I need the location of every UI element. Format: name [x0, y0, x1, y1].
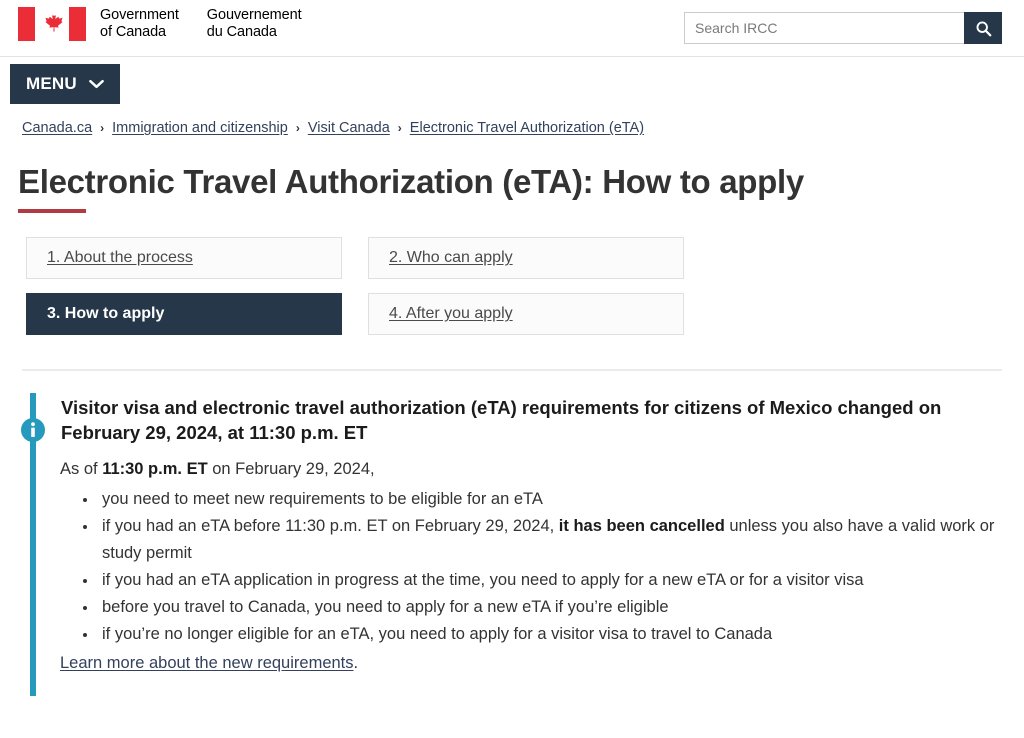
breadcrumb-item-canada-ca[interactable]: Canada.ca — [22, 120, 92, 136]
callout-link-period: . — [353, 654, 359, 672]
list-item: before you travel to Canada, you need to… — [98, 594, 1002, 621]
breadcrumb-separator-icon: › — [295, 121, 300, 135]
breadcrumb: Canada.ca › Immigration and citizenship … — [22, 120, 1024, 136]
tab-who-can-apply[interactable]: 2. Who can apply — [368, 237, 684, 279]
bullet-bold: it has been cancelled — [558, 517, 725, 535]
breadcrumb-item-visit-canada[interactable]: Visit Canada — [308, 120, 390, 136]
wordmark-en-line1: Government — [100, 7, 179, 23]
title-underline-rule — [18, 209, 86, 213]
wordmark-french: Gouvernement du Canada — [207, 7, 302, 41]
tab-how-to-apply[interactable]: 3. How to apply — [26, 293, 342, 335]
callout-body: As of 11:30 p.m. ET on February 29, 2024… — [60, 456, 1002, 676]
list-item: you need to meet new requirements to be … — [98, 486, 1002, 513]
callout-intro: As of 11:30 p.m. ET on February 29, 2024… — [60, 456, 1002, 482]
callout-title: Visitor visa and electronic travel autho… — [61, 397, 942, 443]
list-item: if you had an eTA before 11:30 p.m. ET o… — [98, 513, 1002, 567]
learn-more-link[interactable]: Learn more about the new requirements — [60, 650, 354, 676]
breadcrumb-separator-icon: › — [397, 121, 402, 135]
list-item: if you had an eTA application in progres… — [98, 567, 1002, 594]
info-callout: Visitor visa and electronic travel autho… — [21, 393, 1002, 696]
wordmark: Government of Canada Gouvernement du Can… — [100, 7, 302, 41]
page-title: Electronic Travel Authorization (eTA): H… — [18, 163, 804, 200]
search-input[interactable] — [684, 12, 964, 44]
site-search — [684, 12, 1002, 44]
main-menu-label: MENU — [26, 74, 77, 93]
bullet-prefix: if you had an eTA before 11:30 p.m. ET o… — [102, 517, 559, 535]
callout-bullet-list: you need to meet new requirements to be … — [60, 486, 1002, 648]
callout-intro-suffix: on February 29, 2024, — [207, 460, 375, 478]
search-button[interactable] — [964, 12, 1002, 44]
tab-label: 2. Who can apply — [389, 249, 513, 266]
wordmark-en-line2: of Canada — [100, 24, 167, 40]
callout-intro-prefix: As of — [60, 460, 103, 478]
menu-band: MENU — [0, 56, 1024, 104]
main-menu-button[interactable]: MENU — [10, 64, 120, 104]
callout-intro-bold: 11:30 p.m. ET — [102, 460, 208, 478]
chevron-down-icon — [89, 79, 104, 89]
tab-label: 4. After you apply — [389, 305, 513, 322]
callout-link-row: Learn more about the new requirements. — [60, 648, 1002, 676]
tab-after-you-apply[interactable]: 4. After you apply — [368, 293, 684, 335]
breadcrumb-separator-icon: › — [100, 121, 105, 135]
tab-about-the-process[interactable]: 1. About the process — [26, 237, 342, 279]
breadcrumb-item-eta[interactable]: Electronic Travel Authorization (eTA) — [410, 120, 644, 136]
canada-flag-icon — [18, 7, 86, 41]
info-circle-icon — [21, 418, 45, 442]
wordmark-fr-line1: Gouvernement — [206, 7, 302, 23]
wordmark-english: Government of Canada — [100, 7, 179, 41]
breadcrumb-item-immigration-and-citizenship[interactable]: Immigration and citizenship — [112, 120, 288, 136]
list-item: if you’re no longer eligible for an eTA,… — [98, 621, 1002, 648]
step-tabs: 1. About the process 2. Who can apply 3.… — [26, 237, 1006, 335]
government-of-canada-brand[interactable]: Government of Canada Gouvernement du Can… — [18, 7, 302, 41]
search-icon — [976, 21, 991, 36]
tab-label: 1. About the process — [47, 249, 193, 266]
section-divider — [22, 369, 1002, 371]
tab-label: 3. How to apply — [47, 305, 165, 322]
wordmark-fr-line2: du Canada — [206, 24, 277, 40]
global-header: Government of Canada Gouvernement du Can… — [0, 0, 1024, 56]
